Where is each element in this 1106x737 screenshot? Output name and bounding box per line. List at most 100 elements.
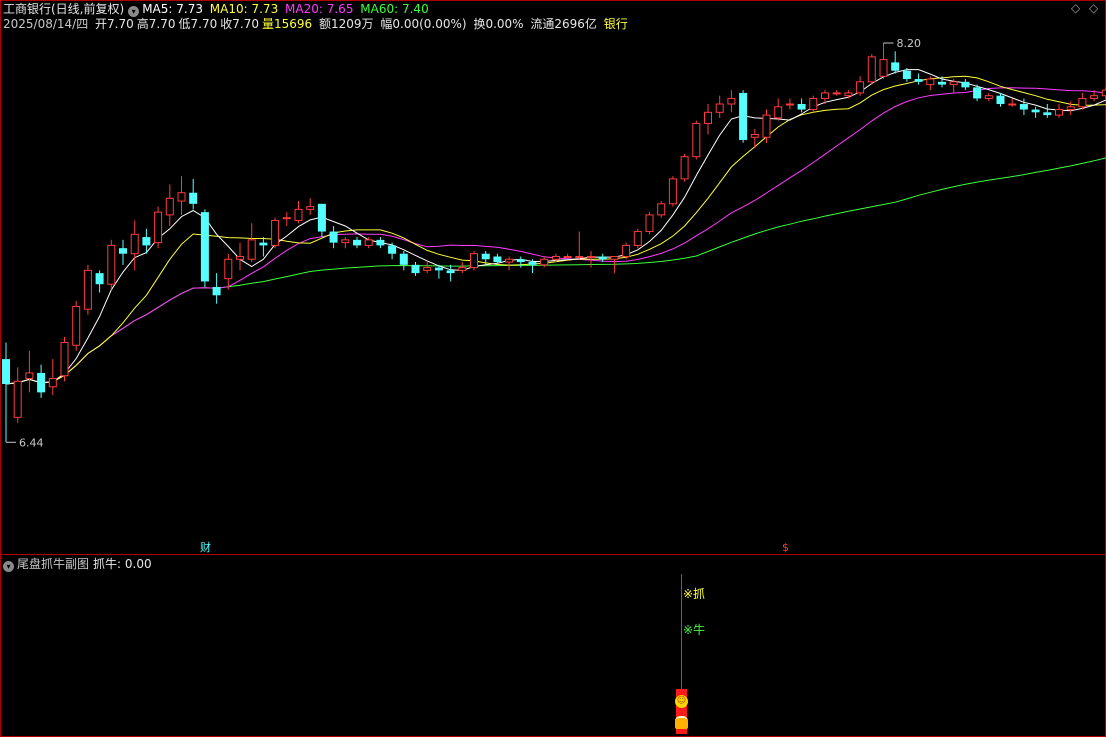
candle-body	[306, 206, 315, 210]
candle-body	[154, 211, 163, 244]
candle-body	[633, 231, 642, 246]
candle-body	[774, 106, 783, 119]
candle-body	[446, 270, 455, 274]
candle-body	[458, 267, 467, 271]
candle-body	[668, 178, 677, 205]
candle-body	[282, 217, 291, 220]
candle-body	[212, 287, 221, 296]
candle-body	[341, 239, 350, 244]
candle-body	[271, 219, 280, 246]
candle-body	[902, 70, 911, 80]
candle-body	[165, 197, 174, 216]
candle-body	[563, 256, 572, 258]
candle-body	[37, 372, 46, 393]
dollar-badge: $	[782, 541, 789, 554]
candle-body	[867, 56, 876, 83]
candle-body	[399, 253, 408, 265]
candle-body	[540, 258, 549, 266]
candle-body	[13, 380, 22, 418]
candle-body	[657, 203, 666, 216]
money-bag-icon	[675, 716, 688, 729]
candle-body	[224, 258, 233, 280]
candle-body	[680, 156, 689, 180]
candle-body	[294, 208, 303, 221]
subchart-header: ▾ 尾盘抓牛副图 抓牛: 0.00	[3, 557, 152, 572]
ma20-line	[5, 87, 1106, 385]
candle-body	[891, 62, 900, 71]
candle-body	[2, 359, 10, 385]
candle-body	[1090, 95, 1099, 99]
candle-body	[996, 95, 1005, 104]
candle-body	[809, 97, 818, 111]
candle-body	[505, 258, 514, 263]
candle-body	[575, 256, 584, 258]
candle-body	[961, 81, 970, 88]
finance-badge: 财	[200, 540, 211, 554]
candle-body	[551, 256, 560, 260]
candle-body	[60, 341, 69, 377]
subchart-value: 抓牛: 0.00	[93, 557, 152, 571]
candle-body	[914, 79, 923, 82]
candle-body	[388, 245, 397, 254]
candle-body	[376, 239, 385, 246]
candle-body	[528, 262, 537, 265]
candle-body	[1008, 103, 1017, 106]
candle-body	[423, 267, 432, 271]
candle-body	[1055, 109, 1063, 116]
kline-chart[interactable]: 8.20 6.44 财 $	[0, 0, 1106, 554]
candle-body	[130, 233, 139, 255]
candle-body	[739, 92, 748, 141]
candle-body	[785, 103, 794, 106]
candle-body	[973, 87, 982, 99]
candle-body	[715, 103, 724, 113]
candle-body	[353, 239, 361, 246]
candle-body	[832, 92, 841, 95]
candle-body	[177, 192, 186, 202]
candle-body	[470, 253, 478, 269]
candle-body	[107, 244, 116, 285]
candle-body	[821, 92, 829, 99]
candle-body	[411, 264, 420, 274]
candle-body	[259, 242, 268, 246]
candle-body	[622, 244, 631, 257]
candle-body	[704, 111, 712, 124]
candle-body	[25, 372, 34, 380]
candle-body	[142, 237, 151, 246]
low-price-label: 6.44	[19, 436, 44, 449]
candle-body	[119, 248, 127, 254]
signal-line	[681, 574, 682, 690]
candle-body	[236, 256, 244, 260]
candle-body	[949, 81, 958, 86]
candle-body	[762, 114, 771, 138]
candle-body	[797, 104, 806, 110]
candle-body	[692, 122, 701, 158]
candle-body	[727, 97, 736, 105]
candle-body	[1078, 97, 1087, 108]
candle-body	[1031, 109, 1040, 113]
subchart-title[interactable]: 尾盘抓牛副图	[17, 557, 89, 571]
candle-body	[1043, 112, 1052, 116]
candle-body	[189, 192, 198, 204]
candle-body	[984, 95, 993, 99]
candle-body	[72, 305, 81, 346]
candle-body	[926, 78, 935, 86]
candle-body	[247, 239, 256, 260]
panel-divider	[0, 554, 1106, 555]
candle-body	[329, 231, 338, 243]
candle-body	[95, 273, 104, 285]
candle-body	[516, 259, 525, 263]
smiley-icon: ☺	[675, 695, 688, 708]
ma10-line	[5, 75, 1106, 385]
chevron-down-icon[interactable]: ▾	[3, 561, 14, 572]
candle-body	[200, 212, 209, 282]
candle-body	[598, 256, 607, 260]
candle-body	[879, 59, 888, 77]
candle-body	[493, 256, 502, 263]
candle-body	[317, 203, 326, 232]
candle-body	[1101, 89, 1106, 97]
candle-body	[48, 378, 57, 388]
candle-body	[364, 239, 373, 246]
signal-niu-label: ※牛	[683, 623, 706, 637]
candle-body	[434, 267, 443, 271]
high-price-label: 8.20	[897, 37, 922, 50]
